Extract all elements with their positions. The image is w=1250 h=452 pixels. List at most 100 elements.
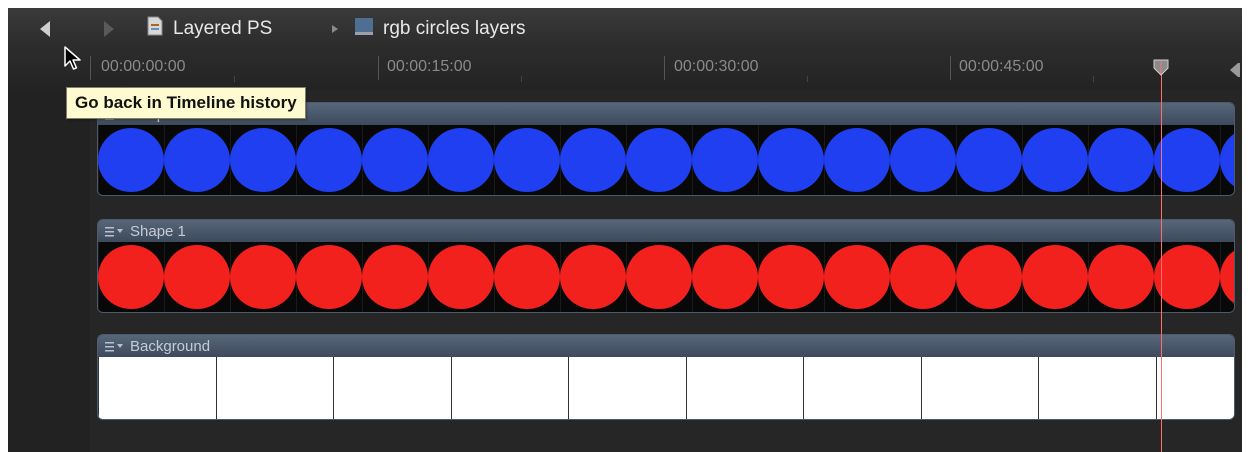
frame-thumbnail (451, 357, 570, 419)
mouse-pointer-icon (64, 46, 82, 77)
circle-shape (692, 128, 758, 192)
circle-shape (560, 245, 626, 309)
frame-thumbnail (98, 242, 165, 312)
frame-thumbnail (568, 357, 687, 419)
clip-name: Shape 1 (130, 222, 186, 240)
frame-thumbnail (1088, 125, 1155, 195)
ruler-minor-tick (234, 76, 235, 82)
frame-thumbnail (890, 125, 957, 195)
ruler-timecode: 00:00:15:00 (387, 58, 472, 75)
circle-shape (626, 245, 692, 309)
circle-shape (494, 245, 560, 309)
frame-thumbnail (1088, 242, 1155, 312)
ruler-timecode: 00:00:00:00 (101, 58, 186, 75)
clip-name: Background (130, 337, 211, 355)
range-end-icon[interactable] (1228, 62, 1240, 83)
circle-shape (758, 245, 824, 309)
circle-shape (890, 245, 956, 309)
clip-background[interactable]: Background (97, 334, 1235, 420)
circle-shape (824, 128, 890, 192)
circle-shape (428, 128, 494, 192)
circle-shape (1088, 128, 1154, 192)
frame-thumbnail (824, 125, 891, 195)
layer-options-icon[interactable] (104, 340, 124, 352)
ruler-minor-tick (1093, 76, 1094, 82)
clip-filmstrip (98, 242, 1234, 312)
frame-thumbnail (1022, 242, 1089, 312)
clip-header: Background (98, 335, 1234, 357)
ruler-tick (90, 56, 91, 80)
circle-shape (626, 128, 692, 192)
circle-shape (428, 245, 494, 309)
circle-shape (1154, 245, 1220, 309)
frame-thumbnail (1154, 242, 1221, 312)
frame-thumbnail (296, 242, 363, 312)
circle-shape (230, 245, 296, 309)
frame-thumbnail (803, 357, 922, 419)
forward-button[interactable] (96, 18, 122, 40)
frame-thumbnail (333, 357, 452, 419)
frame-thumbnail (164, 242, 231, 312)
frame-thumbnail (494, 242, 561, 312)
timeline-window: Layered PS rgb circles layers 00:00:00:0… (8, 8, 1242, 452)
circle-shape (560, 128, 626, 192)
sequence-name: rgb circles layers (383, 18, 526, 39)
layer-options-icon[interactable] (104, 225, 124, 237)
frame-thumbnail (98, 357, 217, 419)
circle-shape (824, 245, 890, 309)
circle-shape (164, 128, 230, 192)
frame-thumbnail (692, 125, 759, 195)
circle-shape (362, 245, 428, 309)
frame-thumbnail (428, 125, 495, 195)
breadcrumb-project[interactable]: Layered PS (146, 16, 273, 40)
breadcrumb-arrow-icon (331, 18, 339, 40)
frame-thumbnail (626, 125, 693, 195)
frame-thumbnail (921, 357, 1040, 419)
ruler-minor-tick (807, 76, 808, 82)
frame-thumbnail (956, 242, 1023, 312)
frame-thumbnail (1220, 125, 1234, 195)
frame-thumbnail (1154, 125, 1221, 195)
frame-thumbnail (216, 357, 335, 419)
clip-header: Shape 1 (98, 220, 1234, 242)
tooltip-text: Go back in Timeline history (75, 93, 297, 112)
clip-filmstrip (98, 125, 1234, 195)
circle-shape (230, 128, 296, 192)
frame-thumbnail (164, 125, 231, 195)
frame-thumbnail (560, 125, 627, 195)
frame-thumbnail (230, 125, 297, 195)
circle-shape (296, 128, 362, 192)
circle-shape (758, 128, 824, 192)
circle-shape (296, 245, 362, 309)
circle-shape (494, 128, 560, 192)
playhead-handle-icon[interactable] (1152, 59, 1170, 77)
circle-shape (1022, 128, 1088, 192)
timecode-ruler[interactable]: 00:00:00:00 00:00:15:00 00:00:30:00 00:0… (8, 50, 1242, 91)
frame-thumbnail (890, 242, 957, 312)
circle-shape (1220, 128, 1234, 192)
track-gutter (8, 90, 90, 452)
back-button[interactable] (32, 18, 58, 40)
circle-shape (98, 128, 164, 192)
circle-shape (98, 245, 164, 309)
timeline-tracks: Shape 3 Shape 1 (90, 90, 1242, 452)
circle-shape (1088, 245, 1154, 309)
frame-thumbnail (1220, 242, 1234, 312)
breadcrumb-sequence[interactable]: rgb circles layers (354, 18, 526, 40)
ruler-timecode: 00:00:30:00 (674, 58, 759, 75)
tooltip: Go back in Timeline history (66, 87, 306, 119)
circle-shape (1022, 245, 1088, 309)
project-name: Layered PS (173, 18, 273, 39)
playhead-line[interactable] (1161, 64, 1162, 452)
frame-thumbnail (296, 125, 363, 195)
frame-thumbnail (560, 242, 627, 312)
ruler-minor-tick (521, 76, 522, 82)
circle-shape (692, 245, 758, 309)
frame-thumbnail (758, 242, 825, 312)
filmstrip-icon (354, 16, 374, 42)
circle-shape (362, 128, 428, 192)
frame-thumbnail (1038, 357, 1157, 419)
frame-thumbnail (1156, 357, 1234, 419)
circle-shape (164, 245, 230, 309)
clip-shape-1[interactable]: Shape 1 (97, 219, 1235, 313)
